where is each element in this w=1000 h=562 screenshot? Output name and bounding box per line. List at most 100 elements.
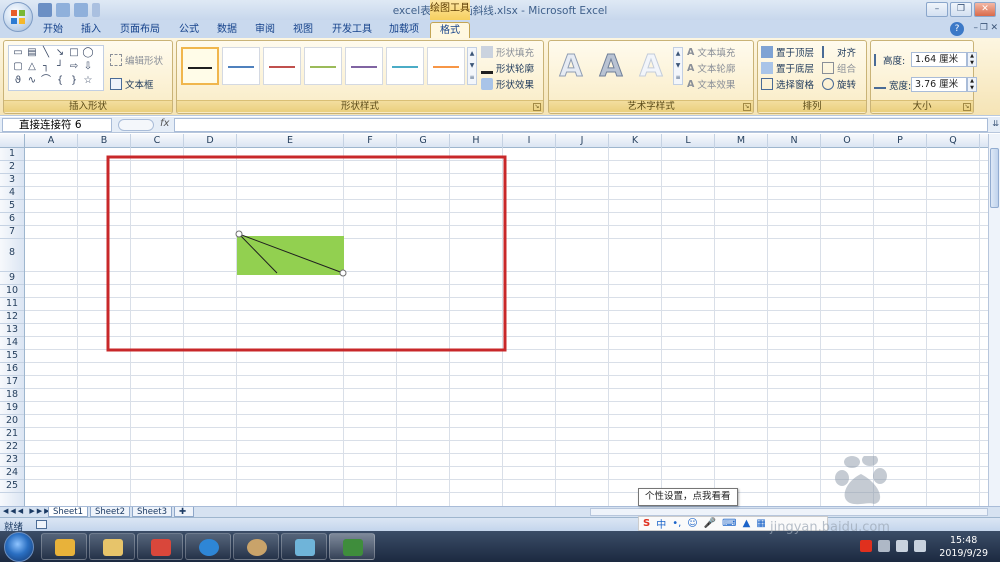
shape-wave-icon[interactable]: ⌒ [39, 75, 53, 88]
width-spinner[interactable]: ▲ ▼ [967, 77, 977, 92]
column-header[interactable]: C [131, 134, 184, 148]
taskbar-excel[interactable] [329, 533, 375, 560]
shape-brace-right-icon[interactable]: } [67, 75, 81, 88]
shape-style-swatch[interactable] [263, 47, 301, 85]
ime-keyboard-icon[interactable]: ⌨ [722, 518, 736, 529]
column-header[interactable]: J [556, 134, 609, 148]
shape-rounded-icon[interactable]: ▢ [11, 61, 25, 74]
tab-page-layout[interactable]: 页面布局 [116, 22, 164, 38]
row-header[interactable]: 21 [0, 428, 24, 441]
column-header[interactable]: B [78, 134, 131, 148]
tray-sogou-icon[interactable] [860, 540, 872, 552]
column-header[interactable]: N [768, 134, 821, 148]
shape-elbow2-icon[interactable]: ┘ [53, 61, 67, 74]
taskbar-explorer[interactable] [89, 533, 135, 560]
shape-style-swatch[interactable] [222, 47, 260, 85]
shape-styles-launcher[interactable]: ↘ [533, 103, 541, 111]
ime-toolbox-icon[interactable]: ▦ [756, 518, 765, 529]
tray-volume-icon[interactable] [914, 540, 926, 552]
taskbar-paint[interactable] [233, 533, 279, 560]
row-header[interactable]: 14 [0, 337, 24, 350]
select-all-corner[interactable] [0, 134, 25, 148]
height-spinner[interactable]: ▲ ▼ [967, 52, 977, 67]
row-header[interactable]: 1 [0, 148, 24, 161]
shape-curve-icon[interactable]: ∿ [25, 75, 39, 88]
column-header[interactable]: Q [927, 134, 980, 148]
wordart-style-2[interactable]: A [593, 49, 629, 85]
text-box-button[interactable]: 文本框 [110, 77, 154, 91]
ime-skin-icon[interactable]: ▲ [743, 518, 751, 529]
help-icon[interactable]: ? [950, 22, 964, 36]
row-header[interactable]: 5 [0, 200, 24, 213]
ribbon-minimize-icon[interactable]: – [974, 23, 979, 33]
row-header[interactable]: 8 [0, 239, 24, 272]
tab-review[interactable]: 审阅 [252, 22, 278, 38]
shape-fill-button[interactable]: 形状填充 [481, 45, 534, 59]
row-header[interactable]: 25 [0, 480, 24, 493]
tab-developer[interactable]: 开发工具 [328, 22, 376, 38]
shapes-gallery[interactable]: ▭ ▤ ╲ ↘ □ ◯ ▢ △ ┐ ┘ ⇨ ⇩ ϑ ∿ ⌒ { } ☆ [8, 45, 104, 91]
width-input[interactable]: 3.76 厘米 ▲ ▼ [911, 77, 977, 92]
column-header[interactable]: D [184, 134, 237, 148]
row-header[interactable]: 12 [0, 311, 24, 324]
insert-sheet-icon[interactable]: ✚ [174, 507, 194, 517]
column-header[interactable]: P [874, 134, 927, 148]
row-header[interactable]: 24 [0, 467, 24, 480]
row-header[interactable]: 3 [0, 174, 24, 187]
tray-network-icon[interactable] [896, 540, 908, 552]
row-header[interactable]: 2 [0, 161, 24, 174]
row-header[interactable]: 7 [0, 226, 24, 239]
column-header[interactable]: H [450, 134, 503, 148]
column-header[interactable]: K [609, 134, 662, 148]
sheet-tab-1[interactable]: Sheet1 [48, 507, 88, 517]
horizontal-scrollbar[interactable] [590, 508, 988, 516]
insert-function-icon[interactable]: fx [160, 118, 169, 129]
row-header[interactable]: 22 [0, 441, 24, 454]
row-header[interactable]: 19 [0, 402, 24, 415]
group-button[interactable]: 组合 [822, 61, 856, 75]
vertical-scrollbar[interactable] [988, 134, 1000, 506]
height-input[interactable]: 1.64 厘米 ▲ ▼ [911, 52, 977, 67]
column-header[interactable]: L [662, 134, 715, 148]
column-header[interactable]: G [397, 134, 450, 148]
ime-mic-icon[interactable]: 🎤 [704, 518, 716, 529]
column-header[interactable]: I [503, 134, 556, 148]
row-header[interactable]: 10 [0, 285, 24, 298]
taskbar-mail-app[interactable] [41, 533, 87, 560]
macro-record-icon[interactable] [36, 520, 47, 529]
formula-bar-expand-icon[interactable]: ⇊ [992, 119, 999, 128]
formula-expand-control[interactable] [118, 119, 154, 131]
column-header[interactable]: E [237, 134, 344, 148]
column-header[interactable]: F [344, 134, 397, 148]
wordart-style-1[interactable]: A [553, 49, 589, 85]
text-outline-button[interactable]: A 文本轮廓 [687, 61, 735, 76]
row-header[interactable]: 13 [0, 324, 24, 337]
ime-punctuation-icon[interactable]: •, [672, 518, 681, 529]
taskbar-capture-app[interactable] [137, 533, 183, 560]
office-button[interactable] [3, 2, 33, 32]
tab-addins[interactable]: 加载项 [386, 22, 422, 38]
tab-home[interactable]: 开始 [40, 22, 66, 38]
shape-elbow-icon[interactable]: ┐ [39, 61, 53, 74]
shape-brace-left-icon[interactable]: { [53, 75, 67, 88]
column-header[interactable]: O [821, 134, 874, 148]
shape-effects-button[interactable]: 形状效果 [481, 77, 534, 91]
row-header[interactable]: 4 [0, 187, 24, 200]
shape-line-icon[interactable]: ╲ [39, 47, 53, 60]
tab-data[interactable]: 数据 [214, 22, 240, 38]
shape-style-swatch[interactable] [345, 47, 383, 85]
rotate-button[interactable]: 旋转 [822, 77, 856, 91]
bring-to-front-button[interactable]: 置于顶层 [761, 45, 814, 59]
close-button[interactable]: ✕ [974, 2, 996, 17]
wordart-launcher[interactable]: ↘ [743, 103, 751, 111]
shape-style-swatch[interactable] [181, 47, 219, 85]
shape-arrow-icon[interactable]: ↘ [53, 47, 67, 60]
clock[interactable]: 15:48 2019/9/29 [939, 534, 988, 560]
align-button[interactable]: 对齐 [822, 45, 856, 59]
name-box[interactable]: 直接连接符 6 [2, 118, 112, 132]
row-header[interactable]: 17 [0, 376, 24, 389]
sheet-tab-2[interactable]: Sheet2 [90, 507, 130, 517]
shape-style-swatch[interactable] [386, 47, 424, 85]
wordart-style-3[interactable]: A [633, 49, 669, 85]
shape-oval-icon[interactable]: ◯ [81, 47, 95, 60]
